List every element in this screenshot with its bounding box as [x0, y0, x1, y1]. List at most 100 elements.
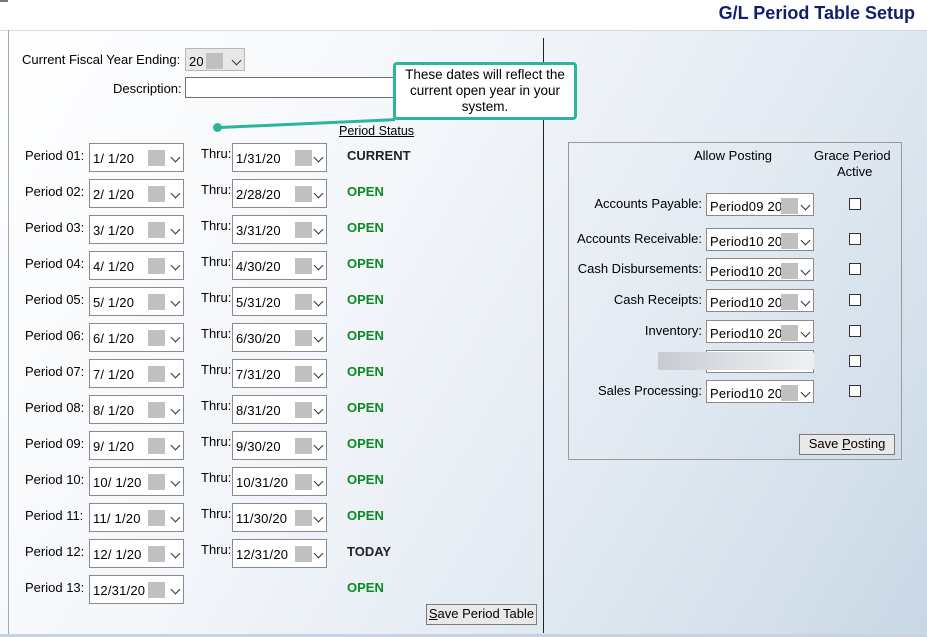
thru-label: Thru: [201, 398, 232, 413]
module-period-value: Period10 20 [710, 264, 783, 279]
period-label: Period 07: [25, 364, 85, 379]
period-status: OPEN [347, 580, 384, 595]
period-start-value: 12/ 1/20 [93, 547, 142, 562]
module-period-dropdown[interactable]: Period10 20 [706, 320, 814, 343]
period-end-date[interactable]: 9/30/20 [232, 431, 327, 460]
redacted-year [206, 53, 223, 69]
period-end-date[interactable]: 1/31/20 [232, 143, 327, 172]
grace-period-checkbox[interactable] [849, 263, 861, 275]
redacted-year [148, 474, 165, 490]
period-end-value: 1/31/20 [236, 151, 281, 166]
period-end-date[interactable]: 12/31/20 [232, 539, 327, 568]
period-label: Period 06: [25, 328, 85, 343]
period-start-date[interactable]: 4/ 1/20 [89, 251, 184, 280]
description-input[interactable] [185, 77, 400, 98]
period-start-date[interactable]: 5/ 1/20 [89, 287, 184, 316]
chevron-down-icon [313, 368, 324, 379]
thru-label: Thru: [201, 218, 232, 233]
grace-period-checkbox[interactable] [849, 355, 861, 367]
period-start-date[interactable]: 12/31/20 [89, 575, 184, 604]
period-start-date[interactable]: 11/ 1/20 [89, 503, 184, 532]
redacted-module-label [658, 352, 814, 370]
module-period-dropdown[interactable]: Period10 20 [706, 380, 814, 403]
period-start-value: 7/ 1/20 [93, 367, 135, 382]
chevron-down-icon [170, 584, 181, 595]
period-end-date[interactable]: 7/31/20 [232, 359, 327, 388]
module-period-dropdown[interactable]: Period09 20 [706, 193, 814, 216]
redacted-year [295, 330, 312, 346]
period-start-date[interactable]: 1/ 1/20 [89, 143, 184, 172]
redacted-year [295, 150, 312, 166]
allow-posting-header: Allow Posting [694, 148, 773, 163]
chevron-down-icon [800, 327, 811, 338]
period-label: Period 09: [25, 436, 85, 451]
grace-period-checkbox[interactable] [849, 233, 861, 245]
period-start-date[interactable]: 7/ 1/20 [89, 359, 184, 388]
period-start-date[interactable]: 3/ 1/20 [89, 215, 184, 244]
period-status: OPEN [347, 364, 384, 379]
period-label: Period 11: [25, 508, 84, 523]
period-end-value: 12/31/20 [236, 547, 289, 562]
period-end-date[interactable]: 2/28/20 [232, 179, 327, 208]
chevron-down-icon [170, 368, 181, 379]
chevron-down-icon [313, 404, 324, 415]
period-end-date[interactable]: 3/31/20 [232, 215, 327, 244]
period-start-date[interactable]: 12/ 1/20 [89, 539, 184, 568]
chevron-down-icon [313, 332, 324, 343]
window-edge-mark [0, 0, 8, 2]
period-end-value: 10/31/20 [236, 475, 289, 490]
period-status: OPEN [347, 508, 384, 523]
period-status: OPEN [347, 292, 384, 307]
period-status: OPEN [347, 472, 384, 487]
redacted-year [295, 294, 312, 310]
chevron-down-icon [800, 200, 811, 211]
redacted-year [148, 150, 165, 166]
redacted-year [781, 198, 798, 214]
chevron-down-icon [800, 235, 811, 246]
redacted-year [781, 233, 798, 249]
save-posting-button[interactable]: Save Posting [799, 434, 895, 455]
period-start-date[interactable]: 10/ 1/20 [89, 467, 184, 496]
period-end-date[interactable]: 8/31/20 [232, 395, 327, 424]
period-end-date[interactable]: 11/30/20 [232, 503, 327, 532]
grace-period-checkbox[interactable] [849, 325, 861, 337]
module-period-dropdown[interactable]: Period10 20 [706, 258, 814, 281]
thru-label: Thru: [201, 362, 232, 377]
redacted-year [148, 402, 165, 418]
save-period-table-button[interactable]: Save Period Table [426, 604, 537, 625]
period-start-date[interactable]: 8/ 1/20 [89, 395, 184, 424]
period-end-date[interactable]: 4/30/20 [232, 251, 327, 280]
period-status: OPEN [347, 220, 384, 235]
module-label: Inventory: [644, 323, 702, 338]
period-start-date[interactable]: 9/ 1/20 [89, 431, 184, 460]
vertical-divider [543, 38, 544, 633]
period-start-date[interactable]: 6/ 1/20 [89, 323, 184, 352]
grace-period-checkbox[interactable] [849, 294, 861, 306]
redacted-year [295, 474, 312, 490]
module-period-dropdown[interactable]: Period10 20 [706, 228, 814, 251]
chevron-down-icon [170, 440, 181, 451]
redacted-year [295, 510, 312, 526]
module-label: Accounts Payable: [594, 196, 702, 211]
redacted-year [148, 366, 165, 382]
period-end-date[interactable]: 6/30/20 [232, 323, 327, 352]
chevron-down-icon [313, 152, 324, 163]
redacted-year [148, 186, 165, 202]
module-period-value: Period10 20 [710, 295, 783, 310]
redacted-year [295, 186, 312, 202]
period-start-value: 3/ 1/20 [93, 223, 135, 238]
period-end-date[interactable]: 10/31/20 [232, 467, 327, 496]
thru-label: Thru: [201, 290, 232, 305]
period-start-value: 10/ 1/20 [93, 475, 142, 490]
save-period-table-label-accel: S [428, 606, 438, 621]
module-period-dropdown[interactable]: Period10 20 [706, 289, 814, 312]
fiscal-year-dropdown[interactable]: 20 [185, 48, 245, 71]
grace-period-checkbox[interactable] [849, 385, 861, 397]
thru-label: Thru: [201, 254, 232, 269]
period-end-date[interactable]: 5/31/20 [232, 287, 327, 316]
redacted-year [148, 330, 165, 346]
grace-period-checkbox[interactable] [849, 198, 861, 210]
period-start-date[interactable]: 2/ 1/20 [89, 179, 184, 208]
period-label: Period 05: [25, 292, 85, 307]
chevron-down-icon [170, 296, 181, 307]
